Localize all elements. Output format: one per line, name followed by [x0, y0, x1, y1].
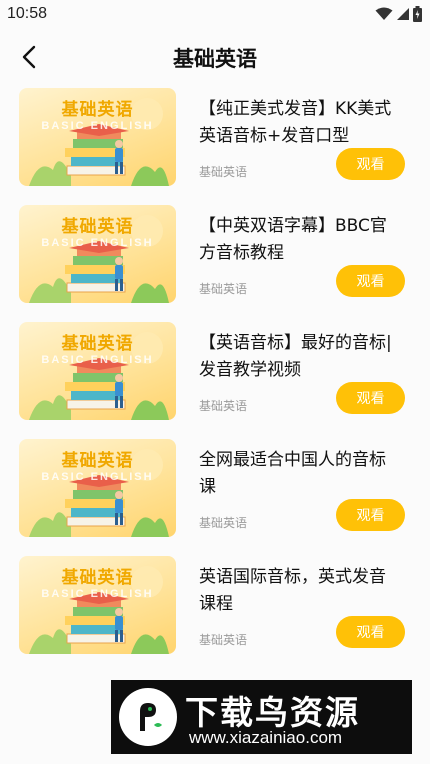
status-icons — [375, 6, 422, 22]
course-item[interactable]: 基础英语 BASIC ENGLISH 全网最适合中国人的音标课 基础英语 观看 — [0, 437, 430, 554]
course-item[interactable]: 基础英语 BASIC ENGLISH 【英语音标】最好的音标|发音教学视频 基础… — [0, 320, 430, 437]
wifi-icon — [375, 7, 393, 20]
watermark-logo — [119, 688, 177, 746]
bird-icon — [140, 703, 162, 731]
watch-button[interactable]: 观看 — [336, 382, 405, 414]
status-bar: 10:58 — [0, 0, 430, 30]
course-category: 基础英语 — [199, 282, 248, 296]
watermark-url: www.xiazainiao.com — [189, 728, 343, 747]
course-category: 基础英语 — [199, 399, 248, 413]
battery-charging-icon — [413, 6, 422, 22]
watch-button[interactable]: 观看 — [336, 499, 405, 531]
watch-button[interactable]: 观看 — [336, 148, 405, 180]
course-category: 基础英语 — [199, 165, 248, 179]
course-thumbnail[interactable]: 基础英语 BASIC ENGLISH — [19, 322, 176, 420]
watermark: 下载鸟资源 www.xiazainiao.com — [111, 680, 412, 754]
course-thumbnail[interactable]: 基础英语 BASIC ENGLISH — [19, 556, 176, 654]
course-thumbnail[interactable]: 基础英语 BASIC ENGLISH — [19, 205, 176, 303]
course-thumbnail[interactable]: 基础英语 BASIC ENGLISH — [19, 88, 176, 186]
page-title: 基础英语 — [173, 47, 257, 71]
course-title[interactable]: 【英语音标】最好的音标|发音教学视频 — [199, 330, 399, 384]
thumbnail-subtitle: BASIC ENGLISH — [41, 588, 154, 600]
signal-icon — [397, 8, 409, 20]
thumbnail-title: 基础英语 — [61, 100, 134, 120]
course-title[interactable]: 全网最适合中国人的音标课 — [199, 447, 399, 501]
watch-button[interactable]: 观看 — [336, 265, 405, 297]
thumbnail-title: 基础英语 — [61, 217, 134, 237]
course-item[interactable]: 基础英语 BASIC ENGLISH 【中英双语字幕】BBC官方音标教程 基础英… — [0, 203, 430, 320]
app-header: 基础英语 — [0, 30, 430, 84]
thumbnail-subtitle: BASIC ENGLISH — [41, 120, 154, 132]
course-title[interactable]: 英语国际音标，英式发音课程 — [199, 564, 399, 618]
course-thumbnail[interactable]: 基础英语 BASIC ENGLISH — [19, 439, 176, 537]
thumbnail-subtitle: BASIC ENGLISH — [41, 471, 154, 483]
thumbnail-subtitle: BASIC ENGLISH — [41, 237, 154, 249]
course-title[interactable]: 【纯正美式发音】KK美式英语音标+发音口型 — [199, 96, 399, 150]
thumbnail-title: 基础英语 — [61, 568, 134, 588]
course-category: 基础英语 — [199, 633, 248, 647]
course-title[interactable]: 【中英双语字幕】BBC官方音标教程 — [199, 213, 399, 267]
thumbnail-subtitle: BASIC ENGLISH — [41, 354, 154, 366]
status-time: 10:58 — [7, 5, 48, 22]
watch-button[interactable]: 观看 — [336, 616, 405, 648]
watermark-name: 下载鸟资源 — [185, 693, 360, 732]
course-item[interactable]: 基础英语 BASIC ENGLISH 英语国际音标，英式发音课程 基础英语 观看 — [0, 554, 430, 671]
thumbnail-title: 基础英语 — [61, 451, 134, 471]
thumbnail-title: 基础英语 — [61, 334, 134, 354]
course-item[interactable]: 基础英语 BASIC ENGLISH 【纯正美式发音】KK美式英语音标+发音口型… — [0, 86, 430, 203]
course-category: 基础英语 — [199, 516, 248, 530]
